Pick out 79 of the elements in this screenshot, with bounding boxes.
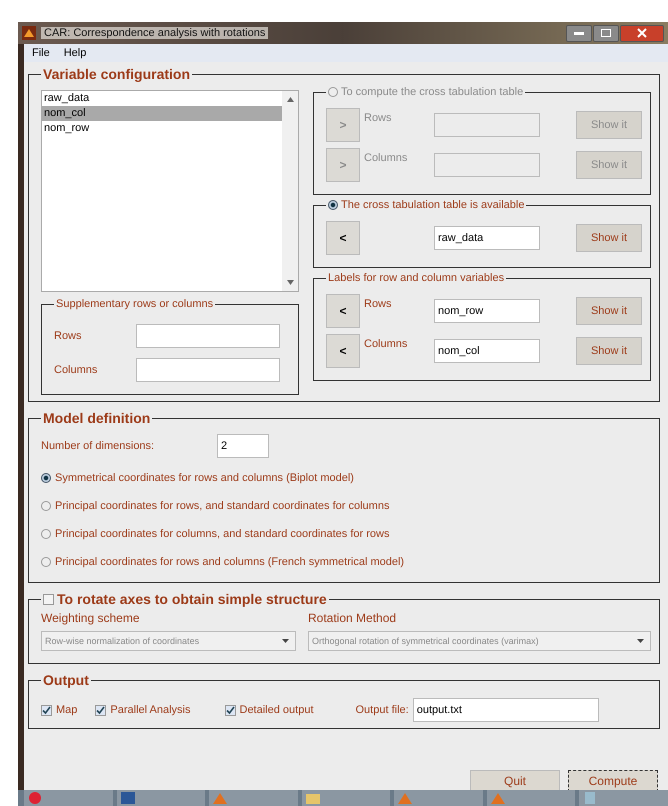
- taskbar-button[interactable]: [24, 790, 113, 806]
- section-title: Model definition: [42, 410, 152, 426]
- input-field[interactable]: output.txt: [412, 698, 599, 722]
- option-label: Principal coordinates for columns, and standard coordinates for rows: [55, 528, 390, 540]
- group-title: Supplementary rows or columns: [55, 298, 214, 310]
- section-title: Output: [42, 672, 90, 688]
- arrow-button[interactable]: <: [326, 221, 360, 255]
- field-label: Rotation Method: [308, 611, 398, 625]
- window-title: CAR: Correspondence analysis with rotations: [41, 27, 268, 39]
- list-item[interactable]: nom_row: [42, 121, 282, 136]
- field-label: Output file:: [356, 704, 409, 716]
- section-title: To rotate axes to obtain simple structure: [57, 591, 327, 607]
- taskbar-button[interactable]: [579, 790, 668, 806]
- input-field[interactable]: [136, 324, 280, 348]
- close-icon: [637, 28, 647, 38]
- action-button[interactable]: Quit: [470, 770, 560, 792]
- input-field[interactable]: raw_data: [434, 226, 540, 250]
- checkbox-label: Parallel Analysis: [110, 704, 190, 716]
- field-label: Rows: [363, 112, 393, 124]
- field-label: Columns: [363, 152, 408, 164]
- caret-icon: [637, 639, 644, 643]
- checkbox[interactable]: [41, 704, 52, 716]
- field-label: Columns: [363, 338, 408, 350]
- menu-item[interactable]: Help: [64, 47, 86, 59]
- radio-button[interactable]: [328, 200, 338, 210]
- checkbox[interactable]: [95, 704, 106, 716]
- scroll-up-icon: [286, 97, 294, 102]
- maximize-icon: [601, 29, 611, 37]
- group-title: The cross tabulation table is available: [341, 199, 524, 211]
- list-item[interactable]: raw_data: [42, 91, 282, 106]
- checkbox-label: Map: [56, 704, 78, 716]
- file-icon: [583, 792, 598, 804]
- checkbox-label: Detailed output: [240, 704, 314, 716]
- radio-button[interactable]: [41, 557, 51, 567]
- peak-icon: [398, 792, 412, 804]
- browser-icon: [28, 792, 42, 804]
- show-button[interactable]: Show it: [576, 297, 642, 325]
- scroll-down-icon: [286, 280, 294, 285]
- field-label: Rows: [363, 298, 393, 310]
- app-icon: [22, 26, 36, 40]
- checkbox[interactable]: [43, 594, 54, 604]
- input-field[interactable]: nom_col: [434, 339, 540, 363]
- group-title: Labels for row and column variables: [327, 272, 506, 284]
- field-label: Rows: [54, 330, 83, 342]
- caret-icon: [282, 639, 289, 643]
- close-button[interactable]: [620, 24, 664, 42]
- taskbar-button[interactable]: [302, 790, 390, 806]
- radio-button[interactable]: [328, 87, 338, 97]
- checkbox[interactable]: [224, 704, 236, 716]
- field-label: Columns: [54, 364, 98, 376]
- variable-list[interactable]: raw_data nom_col nom_row: [41, 90, 299, 292]
- input-field[interactable]: nom_row: [434, 299, 540, 323]
- taskbar-button[interactable]: [116, 790, 206, 806]
- action-button[interactable]: Compute: [568, 770, 658, 792]
- radio-button[interactable]: [41, 473, 51, 483]
- field-label: Number of dimensions:: [41, 440, 156, 452]
- show-button[interactable]: Show it: [576, 337, 642, 365]
- minimize-button[interactable]: [566, 24, 592, 42]
- scrollbar[interactable]: [282, 91, 298, 291]
- list-item[interactable]: nom_col: [42, 106, 282, 121]
- peak-icon: [213, 792, 228, 804]
- radio-button[interactable]: [41, 501, 51, 511]
- input-field[interactable]: [136, 358, 280, 382]
- option-label: Principal coordinates for rows, and standard coordinates for columns: [55, 500, 390, 512]
- group-title: To compute the cross tabulation table: [341, 86, 524, 98]
- option-label: Principal coordinates for rows and columns (French symmetrical model): [55, 556, 404, 568]
- section-title: Variable configuration: [42, 66, 192, 82]
- document-icon: [120, 792, 135, 804]
- menu-item[interactable]: File: [32, 47, 50, 59]
- option-label: Symmetrical coordinates for rows and columns (Biplot model): [55, 472, 354, 484]
- maximize-button[interactable]: [593, 24, 619, 42]
- show-button[interactable]: Show it: [576, 224, 642, 252]
- minimize-icon: [574, 32, 584, 34]
- input-field[interactable]: 2: [217, 434, 269, 458]
- arrow-button[interactable]: <: [326, 294, 360, 328]
- arrow-button[interactable]: <: [326, 334, 360, 368]
- radio-button[interactable]: [41, 529, 51, 539]
- folder-icon: [306, 792, 320, 804]
- field-label: Weighting scheme: [41, 611, 140, 625]
